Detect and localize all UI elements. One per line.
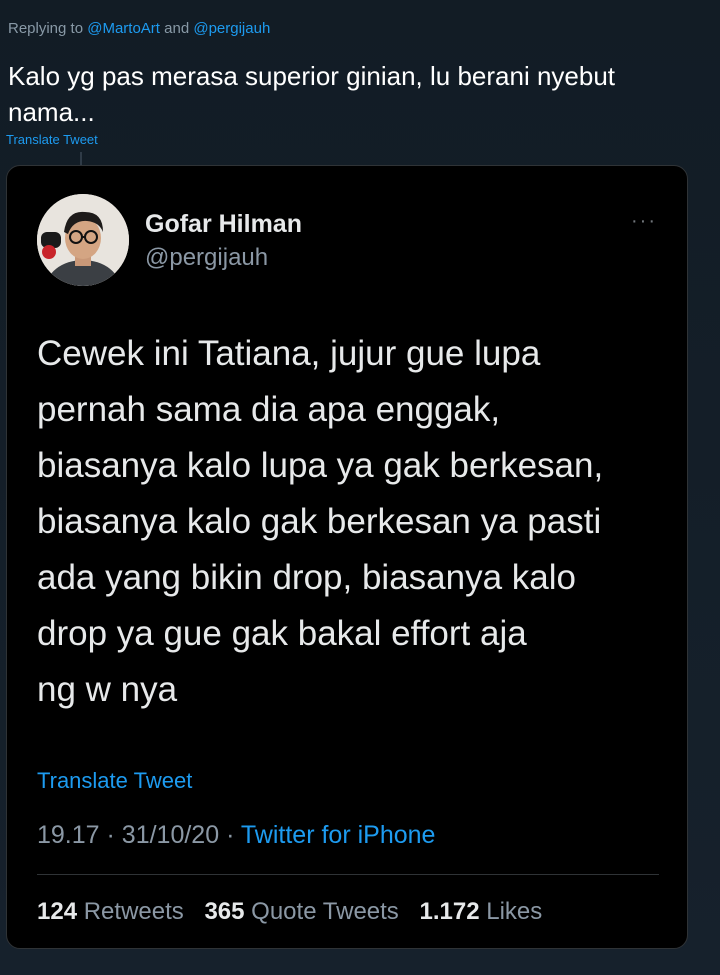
tweet-metadata: 19.17 · 31/10/20 · Twitter for iPhone bbox=[37, 821, 435, 850]
quoted-tweet-text: Cewek ini Tatiana, jujur gue lupa pernah… bbox=[37, 334, 604, 709]
likes-count: 1.172 bbox=[419, 898, 480, 925]
user-handle[interactable]: @pergijauh bbox=[145, 244, 268, 272]
mention-link-martoart[interactable]: @MartoArt bbox=[87, 20, 160, 37]
translate-tweet-link[interactable]: Translate Tweet bbox=[6, 132, 98, 147]
replying-to-and: and bbox=[164, 20, 190, 37]
separator-dot: · bbox=[226, 821, 235, 849]
engagement-stats: 124 Retweets 365 Quote Tweets 1.172 Like… bbox=[37, 898, 556, 926]
display-name[interactable]: Gofar Hilman bbox=[145, 210, 302, 239]
quote-tweets-count: 365 bbox=[204, 898, 245, 925]
avatar[interactable] bbox=[37, 194, 129, 286]
retweets-count: 124 bbox=[37, 898, 78, 925]
likes-stat[interactable]: 1.172 Likes bbox=[419, 898, 542, 925]
tweet-thread: Replying to @MartoArt and @pergijauh Kal… bbox=[0, 0, 720, 975]
replying-to-prefix: Replying to bbox=[8, 20, 84, 37]
retweets-label: Retweets bbox=[83, 898, 184, 925]
divider bbox=[37, 874, 659, 875]
quoted-tweet-card[interactable]: Gofar Hilman @pergijauh ··· Cewek ini Ta… bbox=[6, 165, 688, 949]
mention-link-pergijauh[interactable]: @pergijauh bbox=[193, 20, 270, 37]
tweet-date[interactable]: 31/10/20 bbox=[122, 821, 219, 849]
tweet-time[interactable]: 19.17 bbox=[37, 821, 100, 849]
translate-tweet-link[interactable]: Translate Tweet bbox=[37, 768, 192, 794]
quote-tweets-label: Quote Tweets bbox=[251, 898, 399, 925]
separator-dot: · bbox=[106, 821, 115, 849]
quote-tweets-stat[interactable]: 365 Quote Tweets bbox=[204, 898, 405, 925]
retweets-stat[interactable]: 124 Retweets bbox=[37, 898, 190, 925]
replying-to-line: Replying to @MartoArt and @pergijauh bbox=[8, 20, 270, 37]
reply-tweet-text: Kalo yg pas merasa superior ginian, lu b… bbox=[8, 61, 616, 127]
more-options-icon[interactable]: ··· bbox=[631, 211, 657, 231]
likes-label: Likes bbox=[486, 898, 543, 925]
tweet-source-link[interactable]: Twitter for iPhone bbox=[241, 821, 436, 849]
avatar-image bbox=[37, 194, 129, 286]
